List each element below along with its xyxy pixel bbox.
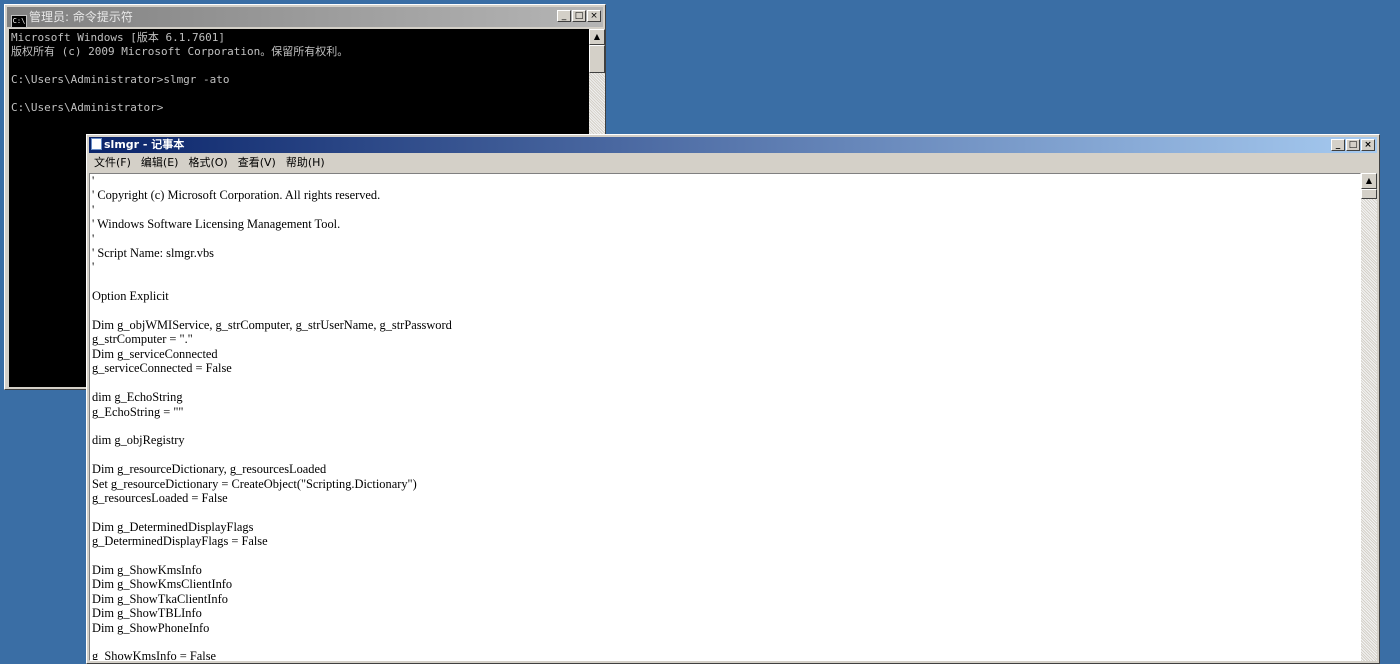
- menu-edit[interactable]: 编辑(E): [136, 154, 184, 171]
- editor-line: ': [92, 202, 95, 217]
- cmd-title: 管理员: 命令提示符: [29, 10, 133, 24]
- notepad-icon: [91, 138, 102, 150]
- editor-line: Dim g_resourceDictionary, g_resourcesLoa…: [92, 462, 327, 477]
- notepad-window[interactable]: slmgr - 记事本 _ □ × 文件(F) 编辑(E) 格式(O) 查看(V…: [86, 134, 1380, 664]
- editor-line: g_serviceConnected = False: [92, 361, 232, 376]
- editor-line: Option Explicit: [92, 289, 169, 304]
- scroll-up-icon[interactable]: ▲: [1361, 173, 1377, 189]
- editor-line: g_ShowKmsInfo = False: [92, 649, 217, 661]
- close-button[interactable]: ×: [587, 10, 601, 22]
- maximize-button[interactable]: □: [1346, 139, 1360, 151]
- close-button[interactable]: ×: [1361, 139, 1375, 151]
- editor-line: dim g_EchoString: [92, 390, 183, 405]
- editor-line: ': [92, 260, 95, 275]
- console-icon: C:\: [11, 15, 27, 28]
- editor-line: ': [92, 231, 95, 246]
- text-editor[interactable]: ' ' Copyright (c) Microsoft Corporation. …: [89, 173, 1361, 661]
- menu-format[interactable]: 格式(O): [183, 154, 232, 171]
- editor-line: Dim g_ShowPhoneInfo: [92, 620, 210, 635]
- editor-line: Dim g_ShowTkaClientInfo: [92, 591, 228, 606]
- editor-line: g_strComputer = ".": [92, 332, 193, 347]
- editor-line: ' Copyright (c) Microsoft Corporation. A…: [92, 188, 381, 203]
- editor-line: Dim g_ShowKmsInfo: [92, 562, 202, 577]
- cmd-titlebar[interactable]: C:\ 管理员: 命令提示符 _ □ ×: [7, 7, 603, 28]
- notepad-title: slmgr - 记事本: [104, 138, 185, 151]
- editor-line: Set g_resourceDictionary = CreateObject(…: [92, 476, 417, 491]
- console-line: C:\Users\Administrator>slmgr -ato: [11, 73, 230, 86]
- minimize-button[interactable]: _: [557, 10, 571, 22]
- scroll-thumb[interactable]: [589, 45, 605, 73]
- menu-bar: 文件(F) 编辑(E) 格式(O) 查看(V) 帮助(H): [89, 154, 1377, 171]
- editor-line: ' Windows Software Licensing Management …: [92, 217, 341, 232]
- scroll-thumb[interactable]: [1361, 189, 1377, 199]
- console-line: C:\Users\Administrator>: [11, 101, 164, 114]
- console-line: 版权所有 (c) 2009 Microsoft Corporation。保留所有…: [11, 45, 349, 58]
- editor-line: dim g_objRegistry: [92, 433, 185, 448]
- console-line: Microsoft Windows [版本 6.1.7601]: [11, 31, 226, 44]
- editor-line: g_resourcesLoaded = False: [92, 490, 228, 505]
- notepad-titlebar[interactable]: slmgr - 记事本 _ □ ×: [89, 137, 1377, 153]
- editor-line: Dim g_ShowTBLInfo: [92, 606, 202, 621]
- editor-line: Dim g_serviceConnected: [92, 346, 218, 361]
- menu-help[interactable]: 帮助(H): [281, 154, 330, 171]
- menu-file[interactable]: 文件(F): [89, 154, 136, 171]
- editor-line: g_EchoString = "": [92, 404, 184, 419]
- menu-view[interactable]: 查看(V): [233, 154, 281, 171]
- editor-line: g_DeterminedDisplayFlags = False: [92, 534, 268, 549]
- editor-line: ' Script Name: slmgr.vbs: [92, 246, 215, 261]
- scroll-up-icon[interactable]: ▲: [589, 29, 605, 45]
- editor-line: ': [92, 174, 95, 188]
- minimize-button[interactable]: _: [1331, 139, 1345, 151]
- editor-line: Dim g_ShowKmsClientInfo: [92, 577, 233, 592]
- editor-line: Dim g_DeterminedDisplayFlags: [92, 519, 254, 534]
- notepad-scrollbar[interactable]: ▲: [1361, 173, 1377, 661]
- maximize-button[interactable]: □: [572, 10, 586, 22]
- editor-line: Dim g_objWMIService, g_strComputer, g_st…: [92, 318, 452, 333]
